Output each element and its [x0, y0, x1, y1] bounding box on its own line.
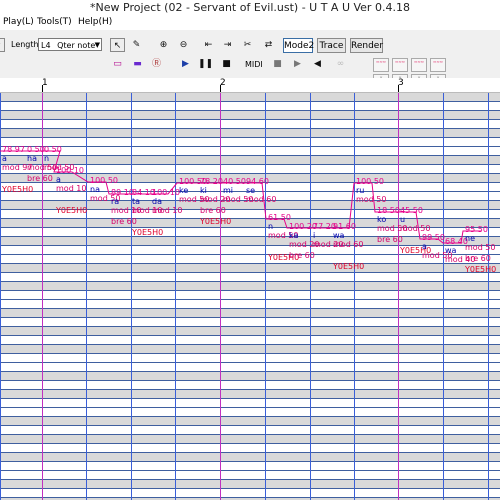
- loop-icon[interactable]: ⇄: [261, 38, 276, 52]
- plugin-icon-4[interactable]: ≈≈≈: [430, 58, 446, 72]
- midi-label: MIDI: [245, 60, 263, 69]
- play-icon[interactable]: ▶: [178, 57, 193, 71]
- bar-tick: [398, 85, 399, 92]
- zoom-in-icon[interactable]: ⊕: [156, 38, 171, 52]
- stop-icon[interactable]: ■: [219, 57, 234, 71]
- speaker-icon[interactable]: ◀: [310, 57, 325, 71]
- reset-icon[interactable]: Ⓡ: [149, 57, 164, 71]
- bar-tick: [220, 85, 221, 92]
- plugin-icon-3[interactable]: ≈≈≈: [411, 58, 427, 72]
- chevron-down-icon: ▼: [94, 41, 100, 49]
- prev-icon[interactable]: ⇤: [201, 38, 216, 52]
- cut-icon[interactable]: ✂: [240, 38, 255, 52]
- record-icon[interactable]: ■: [270, 57, 285, 71]
- insert-note-icon[interactable]: ▭: [110, 57, 125, 71]
- trace-button[interactable]: Trace: [317, 38, 346, 53]
- length-value: L4: [41, 41, 51, 50]
- pointer-icon[interactable]: ↖: [110, 38, 125, 52]
- plugin-icon-1[interactable]: ≈≈≈: [373, 58, 389, 72]
- pitch-curve: [0, 150, 481, 244]
- tool-select[interactable]: ▾: [0, 38, 5, 52]
- step-icon[interactable]: ▶: [290, 57, 305, 71]
- menu-bar: Play(L) Tools(T) Help(H): [0, 16, 500, 30]
- zoom-out-icon[interactable]: ⊖: [176, 38, 191, 52]
- render-button[interactable]: Render: [350, 38, 383, 53]
- window-title: *New Project (02 - Servant of Evil.ust) …: [90, 1, 410, 14]
- length-label: Length: [11, 40, 39, 49]
- piano-roll[interactable]: 78 97 a mod 97 Y0E5H0 0 50 ha mod 50 bre 60 0 50…: [0, 93, 500, 500]
- menu-play[interactable]: Play(L): [3, 17, 34, 27]
- toolbar: ▾ Length L4 Qter note ▼ ↖ ✎ ⊕ ⊖ ⇤ ⇥ ✂ ⇄ …: [0, 30, 500, 84]
- pause-icon[interactable]: ❚❚: [198, 57, 213, 71]
- measure-ruler[interactable]: 1 2 3: [0, 78, 500, 93]
- pitch-curve-layer: [0, 150, 481, 244]
- link-icon[interactable]: ∞: [333, 57, 348, 71]
- plugin-icon-2[interactable]: ≈≈≈: [392, 58, 408, 72]
- bar-tick: [42, 85, 43, 92]
- length-select[interactable]: L4 Qter note ▼: [38, 38, 102, 51]
- menu-help[interactable]: Help(H): [78, 17, 112, 27]
- next-icon[interactable]: ⇥: [220, 38, 235, 52]
- menu-tools[interactable]: Tools(T): [37, 17, 72, 27]
- title-bar: *New Project (02 - Servant of Evil.ust) …: [0, 0, 500, 16]
- quant-value: Qter note: [57, 41, 96, 50]
- mode2-button[interactable]: Mode2: [283, 38, 314, 53]
- pencil-icon[interactable]: ✎: [129, 38, 144, 52]
- erase-icon[interactable]: ▬: [130, 57, 145, 71]
